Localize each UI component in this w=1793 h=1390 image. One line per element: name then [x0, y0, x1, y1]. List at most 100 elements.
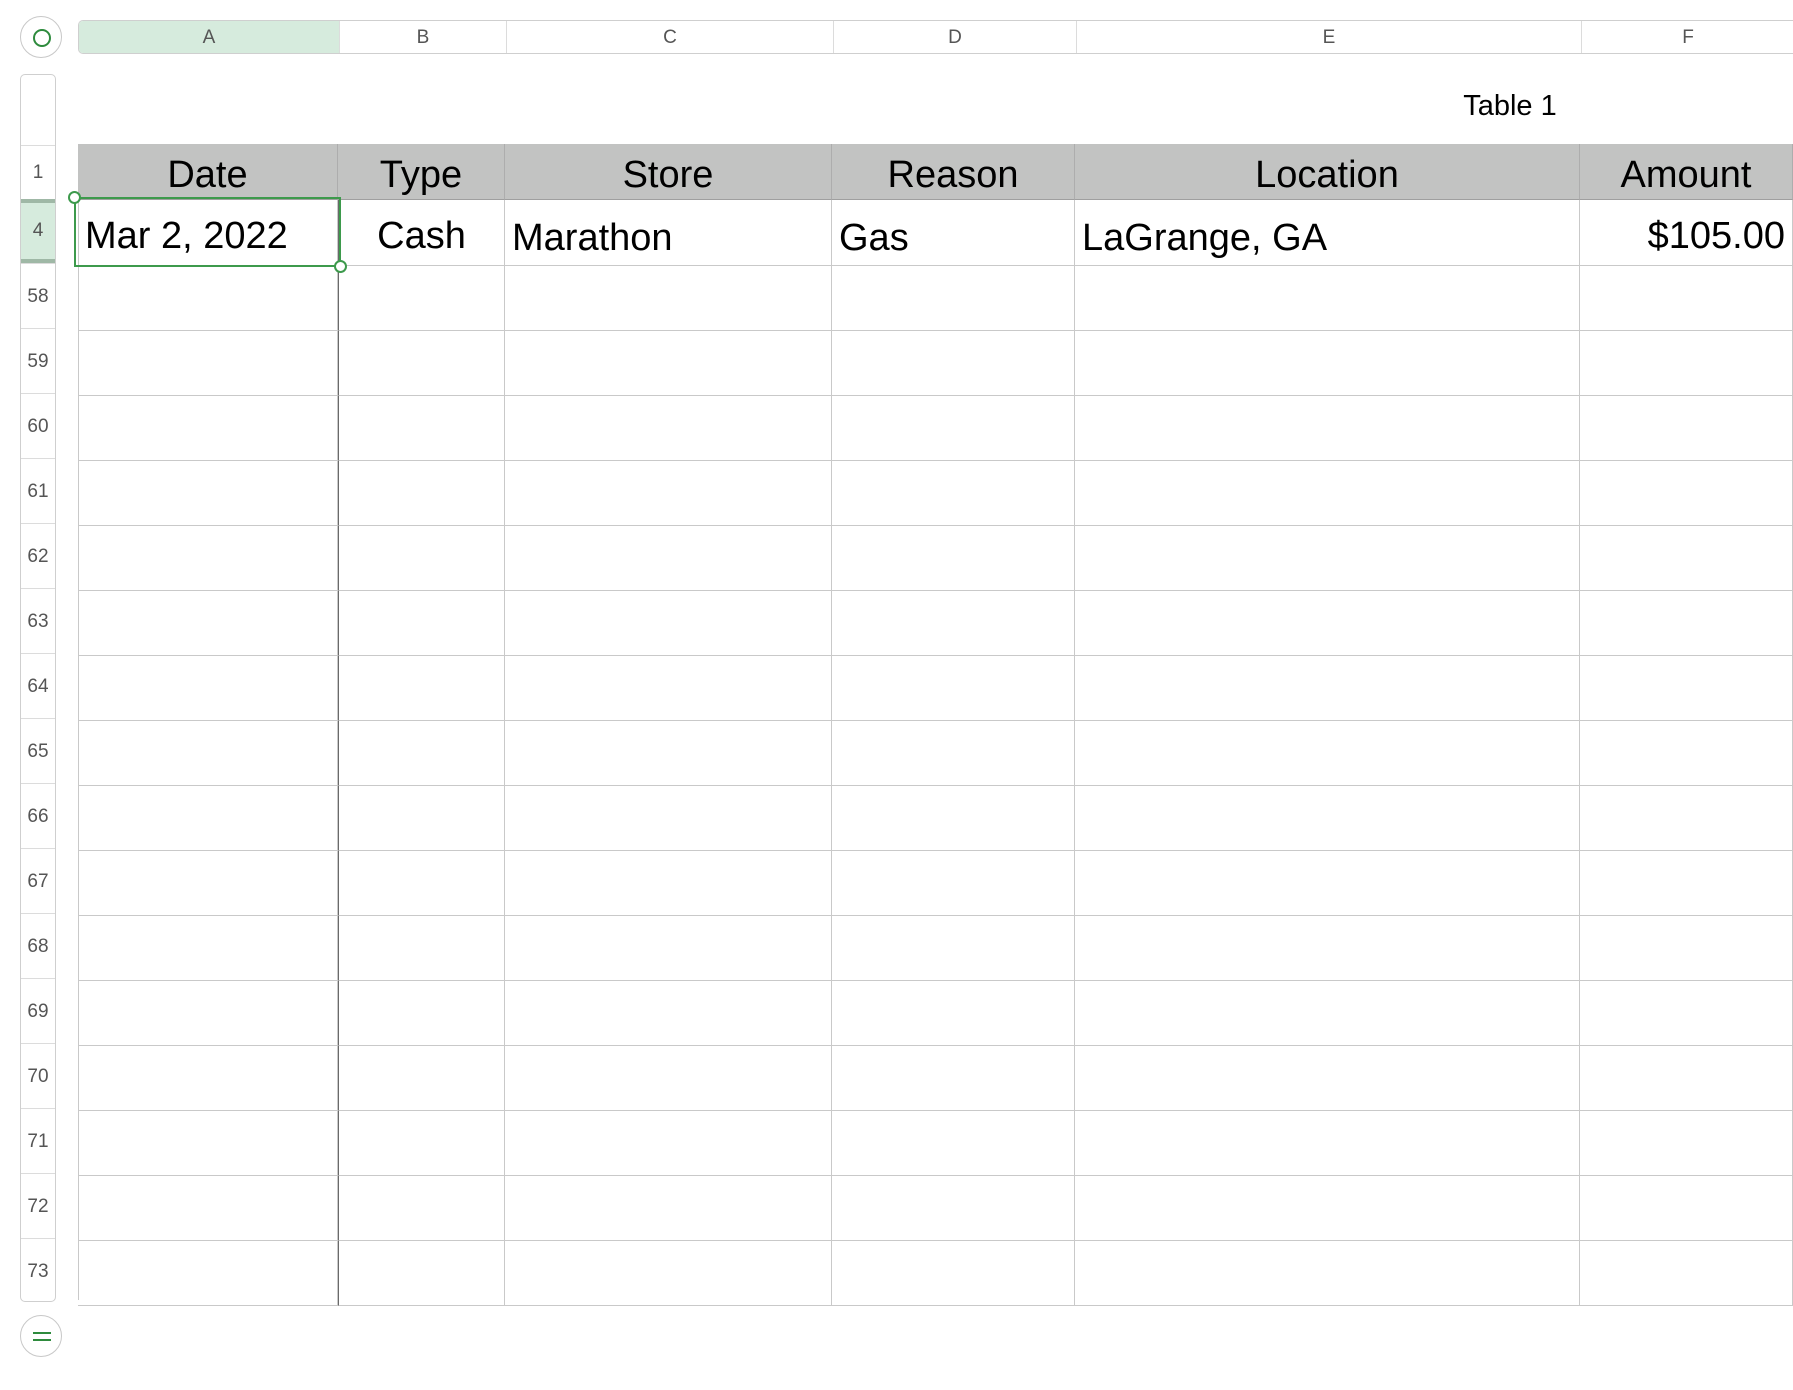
empty-cell[interactable]	[505, 1176, 832, 1241]
empty-cell[interactable]	[78, 396, 338, 461]
empty-cell[interactable]	[78, 461, 338, 526]
select-all-button[interactable]	[20, 16, 62, 58]
empty-cell[interactable]	[78, 266, 338, 331]
row-header-69[interactable]: 69	[21, 978, 55, 1043]
table-title[interactable]: Table 1	[1400, 90, 1620, 123]
empty-cell[interactable]	[505, 331, 832, 396]
empty-cell[interactable]	[78, 721, 338, 786]
column-header-b[interactable]: B	[339, 21, 506, 53]
empty-cell[interactable]	[338, 1046, 505, 1111]
empty-cell[interactable]	[338, 591, 505, 656]
column-header-c[interactable]: C	[506, 21, 833, 53]
empty-cell[interactable]	[78, 916, 338, 981]
empty-cell[interactable]	[1580, 1241, 1793, 1306]
empty-cell[interactable]	[78, 1046, 338, 1111]
row-header-1[interactable]: 1	[21, 145, 55, 199]
empty-cell[interactable]	[338, 656, 505, 721]
empty-cell[interactable]	[338, 851, 505, 916]
empty-cell[interactable]	[1075, 786, 1580, 851]
empty-cell[interactable]	[1580, 1111, 1793, 1176]
empty-cell[interactable]	[505, 786, 832, 851]
column-header-d[interactable]: D	[833, 21, 1076, 53]
row-header-66[interactable]: 66	[21, 783, 55, 848]
empty-cell[interactable]	[1580, 266, 1793, 331]
row-header-61[interactable]: 61	[21, 458, 55, 523]
empty-cell[interactable]	[832, 851, 1075, 916]
empty-cell[interactable]	[1580, 526, 1793, 591]
header-cell-date[interactable]: Date	[78, 144, 338, 200]
header-cell-type[interactable]: Type	[338, 144, 505, 200]
empty-cell[interactable]	[1075, 1176, 1580, 1241]
row-header-67[interactable]: 67	[21, 848, 55, 913]
empty-cell[interactable]	[832, 1046, 1075, 1111]
empty-cell[interactable]	[78, 786, 338, 851]
empty-cell[interactable]	[338, 1176, 505, 1241]
header-cell-reason[interactable]: Reason	[832, 144, 1075, 200]
cell-reason[interactable]: Gas	[832, 200, 1075, 266]
selection-handle-bottom-right[interactable]	[334, 260, 347, 273]
empty-cell[interactable]	[338, 461, 505, 526]
empty-cell[interactable]	[78, 851, 338, 916]
empty-cell[interactable]	[1580, 591, 1793, 656]
empty-cell[interactable]	[1075, 916, 1580, 981]
empty-cell[interactable]	[1075, 721, 1580, 786]
empty-cell[interactable]	[505, 916, 832, 981]
empty-cell[interactable]	[1580, 1176, 1793, 1241]
empty-cell[interactable]	[505, 461, 832, 526]
row-header-65[interactable]: 65	[21, 718, 55, 783]
row-header-71[interactable]: 71	[21, 1108, 55, 1173]
empty-cell[interactable]	[505, 396, 832, 461]
empty-cell[interactable]	[832, 1176, 1075, 1241]
empty-cell[interactable]	[1075, 981, 1580, 1046]
empty-cell[interactable]	[832, 981, 1075, 1046]
empty-cell[interactable]	[505, 656, 832, 721]
column-header-f[interactable]: F	[1581, 21, 1793, 53]
row-header-70[interactable]: 70	[21, 1043, 55, 1108]
empty-cell[interactable]	[832, 396, 1075, 461]
header-cell-amount[interactable]: Amount	[1580, 144, 1793, 200]
empty-cell[interactable]	[505, 851, 832, 916]
empty-cell[interactable]	[505, 721, 832, 786]
empty-cell[interactable]	[78, 331, 338, 396]
empty-cell[interactable]	[338, 916, 505, 981]
empty-cell[interactable]	[832, 721, 1075, 786]
empty-cell[interactable]	[1075, 396, 1580, 461]
column-header-e[interactable]: E	[1076, 21, 1581, 53]
empty-cell[interactable]	[338, 981, 505, 1046]
empty-cell[interactable]	[78, 656, 338, 721]
empty-cell[interactable]	[1075, 1241, 1580, 1306]
selection-handle-top-left[interactable]	[68, 191, 81, 204]
empty-cell[interactable]	[505, 266, 832, 331]
empty-cell[interactable]	[1075, 591, 1580, 656]
row-header-72[interactable]: 72	[21, 1173, 55, 1238]
empty-cell[interactable]	[505, 591, 832, 656]
empty-cell[interactable]	[338, 721, 505, 786]
empty-cell[interactable]	[832, 591, 1075, 656]
empty-cell[interactable]	[1580, 331, 1793, 396]
row-header-73[interactable]: 73	[21, 1238, 55, 1301]
empty-cell[interactable]	[1580, 721, 1793, 786]
empty-cell[interactable]	[505, 1046, 832, 1111]
cell-amount[interactable]: $105.00	[1580, 200, 1793, 266]
empty-cell[interactable]	[1075, 526, 1580, 591]
empty-cell[interactable]	[78, 981, 338, 1046]
row-header-62[interactable]: 62	[21, 523, 55, 588]
empty-cell[interactable]	[1580, 1046, 1793, 1111]
row-header-68[interactable]: 68	[21, 913, 55, 978]
empty-cell[interactable]	[78, 1111, 338, 1176]
header-cell-store[interactable]: Store	[505, 144, 832, 200]
empty-cell[interactable]	[505, 1111, 832, 1176]
empty-cell[interactable]	[1580, 786, 1793, 851]
empty-cell[interactable]	[338, 526, 505, 591]
empty-cell[interactable]	[1075, 851, 1580, 916]
empty-cell[interactable]	[832, 916, 1075, 981]
empty-cell[interactable]	[505, 526, 832, 591]
empty-cell[interactable]	[832, 331, 1075, 396]
empty-cell[interactable]	[1075, 331, 1580, 396]
row-header-4[interactable]: 4	[21, 199, 55, 263]
empty-cell[interactable]	[1580, 396, 1793, 461]
row-header-59[interactable]: 59	[21, 328, 55, 393]
empty-cell[interactable]	[1580, 656, 1793, 721]
empty-cell[interactable]	[832, 1241, 1075, 1306]
empty-cell[interactable]	[78, 526, 338, 591]
